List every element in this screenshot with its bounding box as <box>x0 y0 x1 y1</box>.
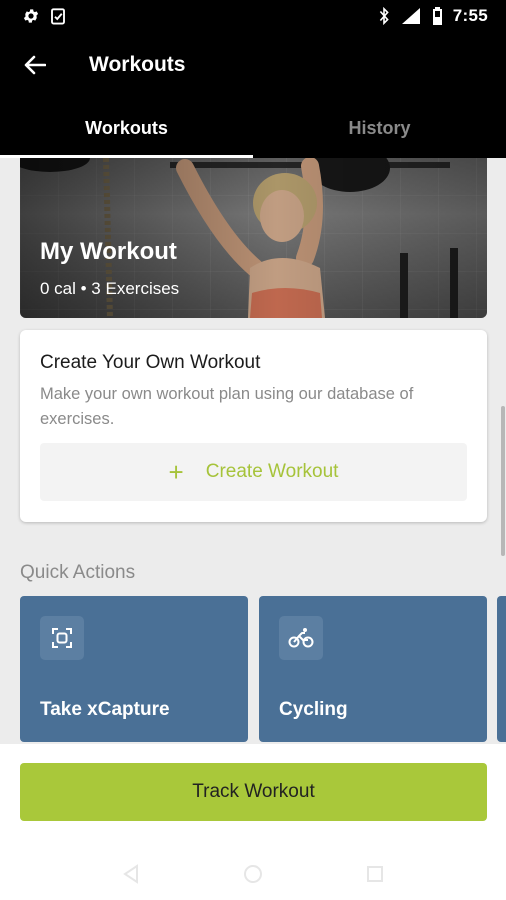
workout-title: My Workout <box>40 238 177 265</box>
battery-icon <box>432 7 443 25</box>
status-time: 7:55 <box>452 6 488 25</box>
plus-icon: + <box>168 457 184 487</box>
system-nav-bar <box>0 848 506 900</box>
page-title: Workouts <box>89 53 186 76</box>
arrow-left-icon <box>24 55 46 75</box>
status-left <box>22 7 66 25</box>
status-bar: 7:55 <box>0 0 506 32</box>
clipboard-check-icon <box>50 7 66 25</box>
status-right: 7:55 <box>378 6 488 26</box>
scan-icon <box>40 616 84 660</box>
create-card-title: Create Your Own Workout <box>40 352 261 373</box>
nav-back-button[interactable] <box>115 858 147 890</box>
quick-actions-heading: Quick Actions <box>20 562 136 583</box>
circle-home-icon <box>243 864 263 884</box>
nav-home-button[interactable] <box>237 858 269 890</box>
quick-action-label: Cycling <box>279 699 348 720</box>
bluetooth-icon <box>378 7 390 25</box>
create-workout-button[interactable]: + Create Workout <box>40 443 467 501</box>
create-workout-label: Create Workout <box>205 461 339 482</box>
signal-4g-icon <box>400 7 422 25</box>
app-bar: Workouts <box>0 32 506 98</box>
quick-action-take-xcapture[interactable]: Take xCapture <box>20 596 248 742</box>
tab-workouts[interactable]: Workouts <box>0 98 253 158</box>
settings-gear-icon <box>22 7 40 25</box>
create-workout-card: Create Your Own Workout Make your own wo… <box>20 330 487 522</box>
bicycle-icon <box>279 616 323 660</box>
quick-action-next-peek[interactable] <box>497 596 506 742</box>
workout-summary: 0 cal • 3 Exercises <box>40 279 180 298</box>
quick-action-label: Take xCapture <box>40 699 170 720</box>
my-workout-card[interactable]: My Workout 0 cal • 3 Exercises <box>20 158 487 318</box>
create-card-description: Make your own workout plan using our dat… <box>40 385 414 428</box>
tab-bar: Workouts History <box>0 98 506 158</box>
nav-recents-button[interactable] <box>359 858 391 890</box>
scrollbar[interactable] <box>501 406 505 556</box>
tab-history[interactable]: History <box>253 98 506 158</box>
track-workout-button[interactable]: Track Workout <box>20 763 487 821</box>
triangle-back-icon <box>122 864 140 884</box>
back-button[interactable] <box>0 32 70 98</box>
screen: 7:55 Workouts Workouts History My Workou… <box>0 0 506 900</box>
square-recents-icon <box>366 865 384 883</box>
quick-action-cycling[interactable]: Cycling <box>259 596 487 742</box>
